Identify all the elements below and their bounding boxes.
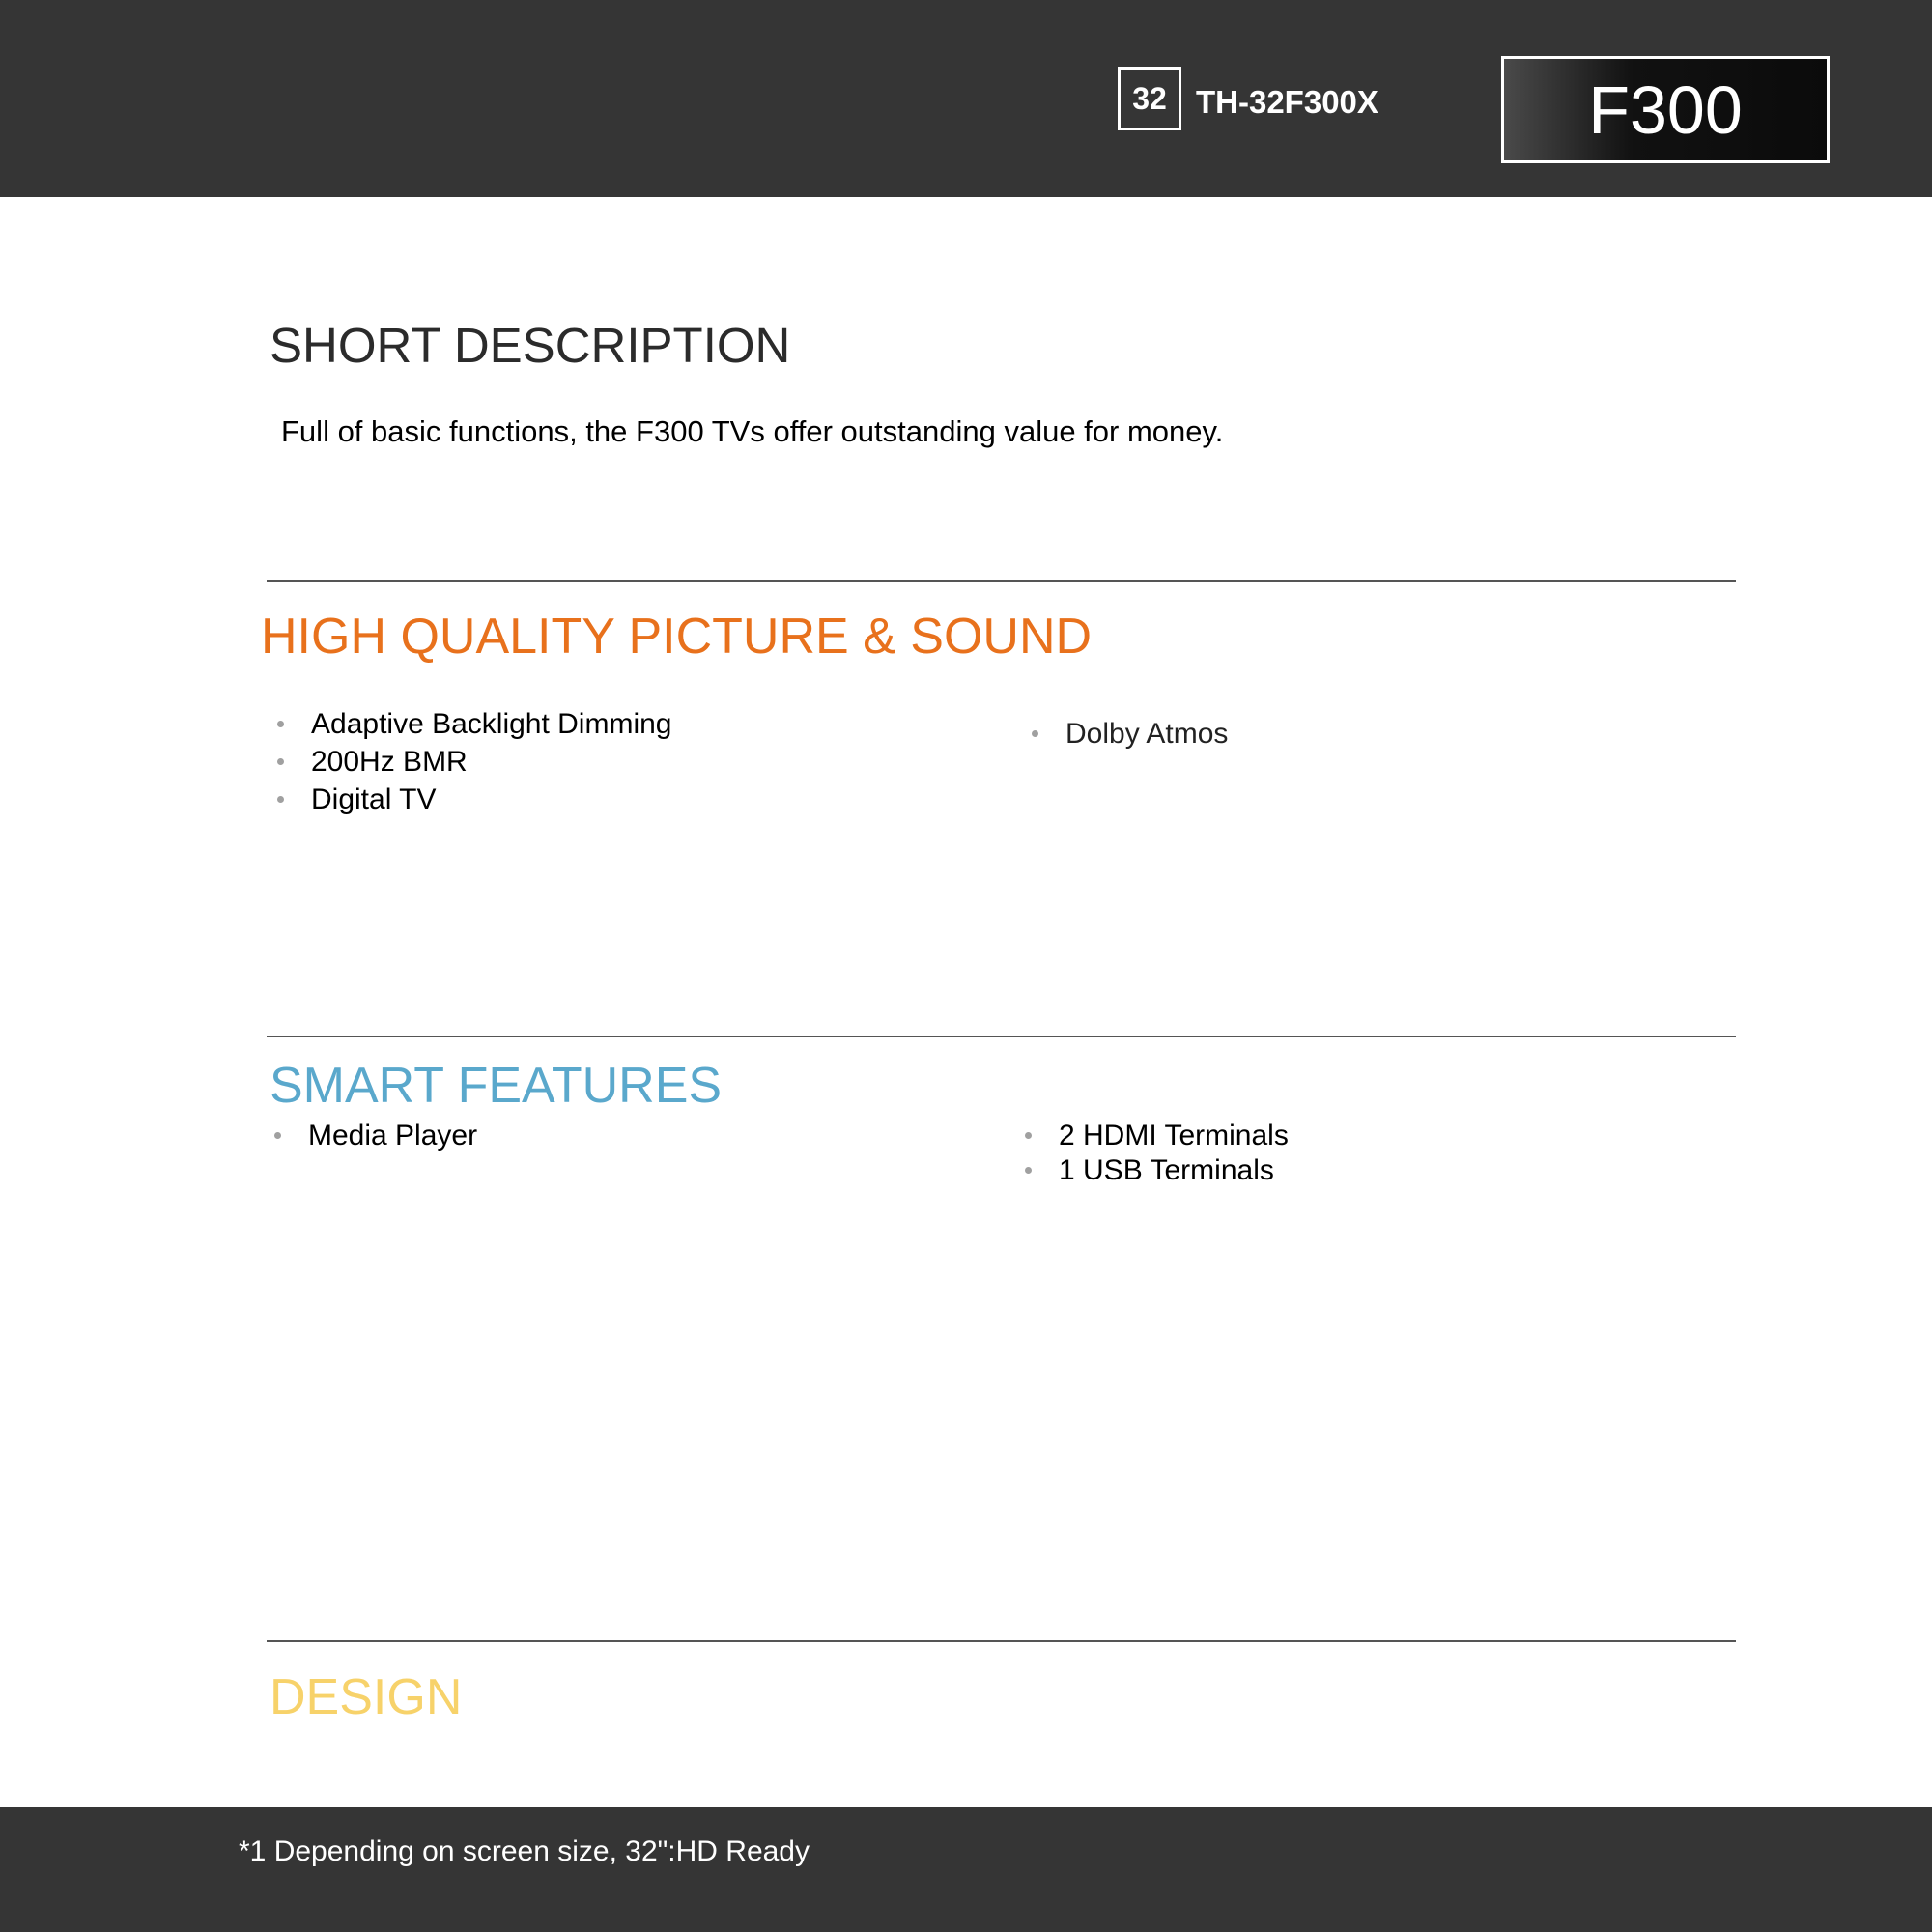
divider — [267, 1036, 1736, 1037]
footnote: *1 Depending on screen size, 32":HD Read… — [239, 1835, 810, 1867]
smart-features-left-list: Media Player — [264, 1119, 477, 1153]
list-item: Adaptive Backlight Dimming — [267, 705, 672, 743]
short-description-title: SHORT DESCRIPTION — [270, 318, 791, 373]
list-item: Digital TV — [267, 781, 672, 818]
list-item: 1 USB Terminals — [1014, 1153, 1289, 1188]
screen-size-badge: 32 — [1118, 67, 1181, 130]
list-item: Dolby Atmos — [1021, 715, 1228, 753]
picture-sound-right-list: Dolby Atmos — [1021, 715, 1228, 753]
model-code: TH-32F300X — [1196, 84, 1378, 120]
divider — [267, 1640, 1736, 1642]
smart-features-right-list: 2 HDMI Terminals 1 USB Terminals — [1014, 1119, 1289, 1188]
picture-sound-left-list: Adaptive Backlight Dimming 200Hz BMR Dig… — [267, 705, 672, 818]
smart-features-title: SMART FEATURES — [270, 1058, 723, 1114]
design-title: DESIGN — [270, 1669, 463, 1725]
short-description-text: Full of basic functions, the F300 TVs of… — [281, 414, 1224, 448]
header-bar: 32 TH-32F300X F300 — [0, 0, 1932, 197]
divider — [267, 580, 1736, 582]
list-item: 2 HDMI Terminals — [1014, 1119, 1289, 1153]
picture-sound-title: HIGH QUALITY PICTURE & SOUND — [261, 609, 1093, 665]
list-item: Media Player — [264, 1119, 477, 1153]
series-badge: F300 — [1501, 56, 1830, 163]
list-item: 200Hz BMR — [267, 743, 672, 781]
